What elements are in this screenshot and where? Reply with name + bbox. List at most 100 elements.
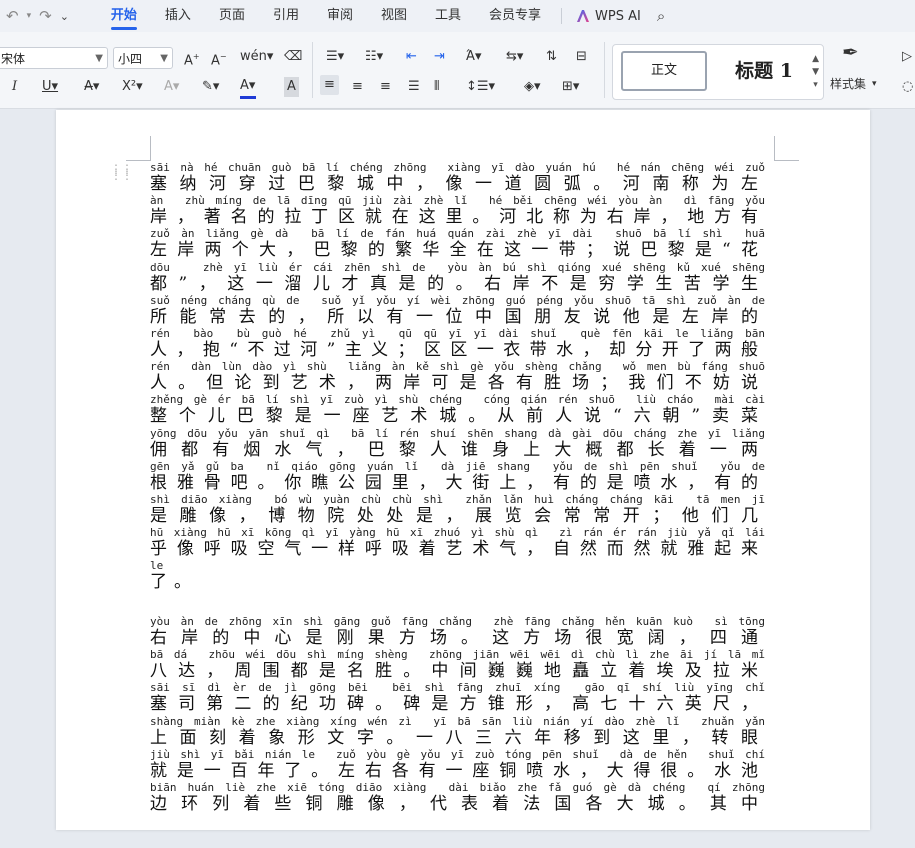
divider xyxy=(312,42,313,98)
pinyin-text: bā dá zhōu wéi dōu shì míng shèng zhōng … xyxy=(150,649,765,662)
phonetic-guide-icon[interactable]: wén▾ xyxy=(240,47,273,67)
tab-7[interactable]: 会员专享 xyxy=(475,0,555,32)
hanzi-text: 塞司第二的纪功碑。碑是方锥形，高七十六英尺， xyxy=(150,694,765,715)
text-line: hū xiàng hū xī kōng qì yī yàng hū xī zhu… xyxy=(150,527,765,560)
dropdown-small-icon[interactable]: ▾ xyxy=(27,11,32,21)
decrease-indent-icon[interactable]: ⇤ xyxy=(406,47,417,67)
hanzi-text: 了。 xyxy=(150,572,198,593)
tab-3[interactable]: 引用 xyxy=(259,0,313,32)
increase-font-icon[interactable]: A+ xyxy=(184,47,200,71)
hanzi-text: 塞纳河穿过巴黎城中，像一道圆弧。河南称为左 xyxy=(150,174,765,194)
font-size-select[interactable]: 小四 ▼ xyxy=(113,47,173,69)
tab-4[interactable]: 审阅 xyxy=(313,0,367,32)
borders-icon[interactable]: ⊞▾ xyxy=(562,77,579,97)
pinyin-text: jiù shì yī bǎi nián le zuǒ yòu gè yǒu yī… xyxy=(150,748,765,761)
strikethrough-icon[interactable]: A̶▾ xyxy=(84,77,99,97)
tab-6[interactable]: 工具 xyxy=(421,0,475,32)
increase-indent-icon[interactable]: ⇥ xyxy=(434,47,445,67)
text-line: yōng dōu yǒu yān shuǐ qì bā lí rén shuí … xyxy=(150,428,765,461)
highlight-icon[interactable]: ✎▾ xyxy=(202,77,219,97)
search-icon[interactable]: ⌕ xyxy=(657,7,665,25)
divider xyxy=(561,8,563,24)
font-color-bar xyxy=(240,96,256,99)
style-normal[interactable]: 正文 xyxy=(621,51,707,91)
text-line: sāi nà hé chuān guò bā lí chéng zhōng xi… xyxy=(150,162,765,195)
paragraph[interactable]: yòu àn de zhōng xīn shì gāng guǒ fāng ch… xyxy=(150,616,765,848)
hanzi-text: 佣都有烟水气，巴黎人谁身上大概都长着一两 xyxy=(150,439,765,460)
align-right-icon[interactable]: ≡ xyxy=(380,77,391,97)
pinyin-text: rén bào bù guò hé zhǔ yì qū qū yī yī dài… xyxy=(150,327,765,340)
pinyin-text: yōng dōu yǒu yān shuǐ qì bā lí rén shuí … xyxy=(150,427,765,440)
text-line: rén bào bù guò hé zhǔ yì qū qū yī yī dài… xyxy=(150,328,765,361)
char-shading-icon[interactable]: A xyxy=(284,77,299,97)
clear-format-icon[interactable]: ⌫ xyxy=(284,47,302,67)
line-spacing-icon[interactable]: ↕☰▾ xyxy=(466,77,495,97)
decrease-font-icon[interactable]: A− xyxy=(211,47,227,71)
style-set-icon[interactable]: ✒ xyxy=(842,42,859,62)
pinyin-text xyxy=(150,815,765,827)
text-line: gēn yǎ gǔ ba nǐ qiáo gōng yuán lǐ dà jiē… xyxy=(150,461,765,494)
pinyin-text: sāi sī dì èr de jì gōng bēi bēi shì fāng… xyxy=(150,682,765,695)
justify-icon[interactable]: ☰ xyxy=(408,77,420,97)
redo-icon[interactable]: ↷ xyxy=(39,7,52,25)
hanzi-text: 是雕像，博物院处处是，展览会常常开；他们几 xyxy=(150,505,765,526)
tab-1[interactable]: 插入 xyxy=(151,0,205,32)
styles-scroll[interactable]: ▲ ▼ ▾ xyxy=(812,53,819,92)
show-marks-icon[interactable]: ⊟ xyxy=(576,47,587,67)
font-color-icon[interactable]: A▾ xyxy=(240,76,255,96)
superscript-icon[interactable]: X²▾ xyxy=(122,77,143,97)
style-set-label[interactable]: 样式集 xyxy=(830,74,866,94)
hanzi-text: 岸，著名的拉丁区就在这里。河北称为右岸，地方有 xyxy=(150,207,765,228)
hanzi-text: 人。但论到艺术，两岸可是各有胜场；我们不妨说 xyxy=(150,373,765,394)
hanzi-text: 人，抱“不过河”主义；区区一衣带水，却分开了两般 xyxy=(150,339,765,360)
wps-ai-logo-icon xyxy=(577,10,590,22)
page-corner-marker xyxy=(774,136,799,161)
text-line: jiù shì yī bǎi nián le zuǒ yòu gè yǒu yī… xyxy=(150,749,765,782)
pinyin-text: biān huán liè zhe xiē tóng diāo xiàng dà… xyxy=(150,781,765,794)
pinyin-text: rén dàn lùn dào yì shù liǎng àn kě shì g… xyxy=(150,361,765,374)
more-tools-icon-2[interactable]: ◌ xyxy=(902,77,913,97)
pinyin-text: dōu zhè yī liù ér cái zhēn shì de yòu àn… xyxy=(150,261,765,274)
pinyin-text: gēn yǎ gǔ ba nǐ qiáo gōng yuán lǐ dà jiē… xyxy=(150,460,765,473)
drag-handle-icon[interactable]: ⋮⋮ ⋮⋮ xyxy=(110,163,133,181)
hanzi-text: 整个儿巴黎是一座艺术城。从前人说“六朝”卖菜 xyxy=(150,406,765,427)
align-left-icon[interactable]: ≡ xyxy=(320,75,339,95)
hanzi-text: 乎像呼吸空气一样呼吸着艺术气，自然而然就雅起来 xyxy=(150,539,765,560)
text-direction-icon[interactable]: Ά▾ xyxy=(466,47,482,67)
tab-0[interactable]: 开始 xyxy=(97,0,151,32)
undo-icon[interactable]: ↶ xyxy=(6,7,19,25)
tab-2[interactable]: 页面 xyxy=(205,0,259,32)
bullet-list-icon[interactable]: ☰▾ xyxy=(326,47,344,67)
italic-icon[interactable]: I xyxy=(12,77,17,97)
pinyin-text: le xyxy=(150,560,164,573)
font-name-select[interactable]: 宋体 ▼ xyxy=(0,47,108,69)
paragraph[interactable]: sāi nà hé chuān guò bā lí chéng zhōng xi… xyxy=(150,162,765,593)
distributed-icon[interactable]: ⫴ xyxy=(434,77,439,97)
sort-icon[interactable]: ⇅ xyxy=(546,47,557,67)
wps-ai-button[interactable]: WPS AI xyxy=(568,9,649,24)
quick-access-toolbar: ↶ ▾ ↷ ⌄ xyxy=(6,7,69,25)
text-line: zuǒ àn liǎng gè dà bā lí de fán huá quán… xyxy=(150,228,765,261)
text-line: rén dàn lùn dào yì shù liǎng àn kě shì g… xyxy=(150,361,765,394)
customize-icon[interactable]: ⌄ xyxy=(60,10,69,23)
chevron-down-icon: ▼ xyxy=(95,53,103,64)
text-line: le 了。 xyxy=(150,560,765,593)
text-line: dōu zhè yī liù ér cái zhēn shì de yòu àn… xyxy=(150,262,765,295)
align-center-icon[interactable]: ≡ xyxy=(352,77,363,97)
hanzi-text: 左岸两个大，巴黎的繁华全在这一带；说巴黎是“花 xyxy=(150,240,765,261)
pinyin-text: zuǒ àn liǎng gè dà bā lí de fán huá quán… xyxy=(150,228,765,241)
convert-icon[interactable]: ⇆▾ xyxy=(506,47,523,67)
style-set-chevron-icon: ▾ xyxy=(872,79,877,89)
pinyin-text: yòu àn de zhōng xīn shì gāng guǒ fāng ch… xyxy=(150,616,765,628)
shading-icon[interactable]: ◈▾ xyxy=(524,77,541,97)
hanzi-text xyxy=(150,827,765,847)
text-effect-icon[interactable]: A▾ xyxy=(164,77,179,97)
underline-icon[interactable]: U▾ xyxy=(42,77,58,97)
more-tools-icon[interactable]: ▷ xyxy=(902,47,912,67)
pinyin-text: hū xiàng hū xī kōng qì yī yàng hū xī zhu… xyxy=(150,527,765,540)
pinyin-text: suǒ néng cháng qù de suǒ yǐ yǒu yí wèi z… xyxy=(150,294,765,307)
numbered-list-icon[interactable]: ☷▾ xyxy=(365,47,383,67)
pinyin-text: àn zhù míng de lā dīng qū jiù zài zhè lǐ… xyxy=(150,195,765,208)
style-heading-1[interactable]: 标题 1 xyxy=(723,51,805,91)
tab-5[interactable]: 视图 xyxy=(367,0,421,32)
